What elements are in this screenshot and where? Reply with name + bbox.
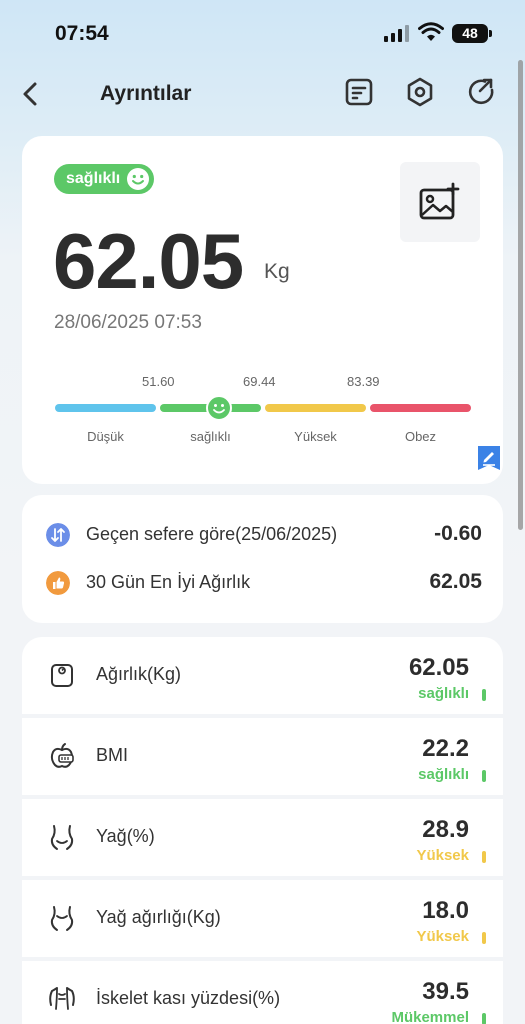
body-fat-icon [50,825,74,850]
metric-status: sağlıklı [418,685,469,702]
status-badge-label: sağlıklı [66,170,121,187]
thumbs-up-icon [46,571,70,595]
metric-value: 39.5 [422,978,469,1005]
metric-label: İskelet kası yüzdesi(%) [96,988,281,1008]
scale-segment-high [265,404,366,412]
metric-row-body-fat[interactable]: Yağ(%) 28.9 Yüksek [22,799,503,876]
metric-row-fat-weight[interactable]: Yağ ağırlığı(Kg) 18.0 Yüksek [22,880,503,957]
scale-tick: 51.60 [142,374,175,389]
comparison-row[interactable]: Geçen sefere göre(25/06/2025) -0.60 [46,520,482,550]
metric-label: Yağ(%) [96,826,155,846]
metric-status-dot [482,770,486,782]
weight-value: 62.05 [53,217,244,305]
metric-value: 22.2 [422,735,469,762]
weight-summary-card: sağlıklı 62.05 Kg 28/06/2025 07:53 51.60… [22,136,503,484]
metric-status: Yüksek [416,928,469,945]
scale-label: sağlıklı [190,429,231,444]
muscle-icon [49,987,75,1010]
scrollbar[interactable] [518,60,523,530]
weight-unit: Kg [264,260,290,283]
comparison-label: Geçen sefere göre(25/06/2025) [86,524,338,544]
metric-value: 28.9 [422,816,469,843]
back-icon[interactable] [18,78,42,110]
report-icon[interactable] [343,76,375,108]
settings-hexagon-icon[interactable] [404,76,436,108]
metric-status-dot [482,932,486,944]
metric-status: Yüksek [416,847,469,864]
metric-row-weight[interactable]: Ağırlık(Kg) 62.05 sağlıklı [22,637,503,714]
metric-row-skeletal-muscle[interactable]: İskelet kası yüzdesi(%) 39.5 Mükemmel [22,961,503,1024]
metric-status-dot [482,1013,486,1024]
metric-row-bmi[interactable]: BMI 22.2 sağlıklı [22,718,503,795]
bmi-apple-icon [50,743,74,768]
metric-value: 62.05 [408,654,469,681]
scale-tick: 69.44 [243,374,276,389]
add-photo-button[interactable] [400,162,480,242]
scale-segment-low [55,404,156,412]
metric-label: Ağırlık(Kg) [96,664,182,684]
metric-status-dot [482,689,486,701]
edit-icon[interactable] [478,446,500,470]
comparison-card: Geçen sefere göre(25/06/2025) -0.60 30 G… [22,495,503,623]
metric-label: Yağ ağırlığı(Kg) [96,907,221,927]
comparison-label: 30 Gün En İyi Ağırlık [86,572,251,592]
page-title: Ayrıntılar [100,82,192,105]
add-image-icon [419,182,460,220]
scale-label: Düşük [87,429,124,444]
scale-marker-smiley-icon [206,395,232,421]
share-icon[interactable] [465,76,497,108]
status-time: 07:54 [55,22,109,45]
metric-status-dot [482,851,486,863]
smiley-icon [127,168,150,190]
nav-bar: Ayrıntılar [0,72,525,116]
compare-icon [46,523,70,547]
wifi-icon [418,22,444,41]
metric-label: BMI [96,745,129,765]
scale-icon [51,664,73,687]
scale-tick: 83.39 [347,374,380,389]
measurement-date: 28/06/2025 07:53 [54,312,202,333]
metric-status: sağlıklı [418,766,469,783]
metric-value: 18.0 [422,897,469,924]
comparison-value: -0.60 [434,522,482,545]
comparison-row[interactable]: 30 Gün En İyi Ağırlık 62.05 [46,568,482,598]
scale-segment-obese [370,404,471,412]
status-bar: 07:54 48 [0,0,525,64]
scale-label: Obez [404,429,437,444]
scale-label: Yüksek [294,429,337,444]
cellular-signal-icon [384,24,409,42]
battery-icon: 48 [452,24,492,43]
fat-weight-icon [50,906,74,931]
status-badge: sağlıklı [54,164,155,194]
comparison-value: 62.05 [429,570,482,593]
metric-status: Mükemmel [391,1009,469,1024]
